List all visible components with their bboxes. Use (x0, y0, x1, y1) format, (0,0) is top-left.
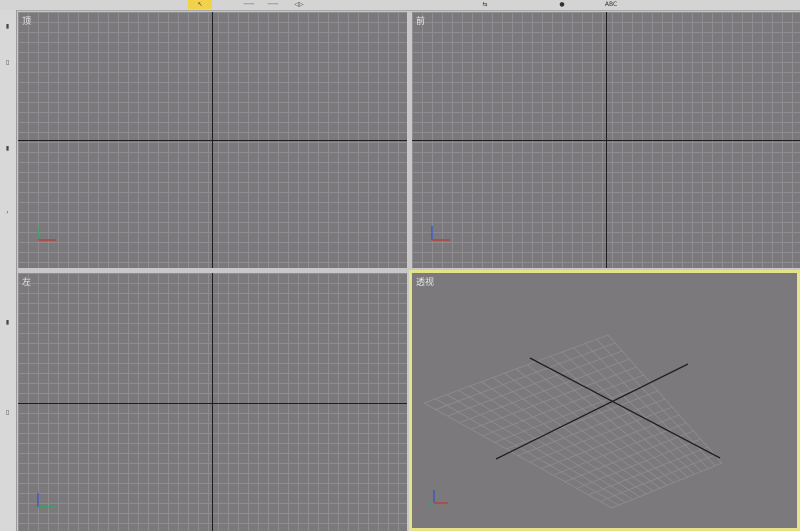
viewport-left[interactable]: 左 (18, 273, 407, 531)
viewport-label-front[interactable]: 前 (416, 14, 425, 27)
grid-snap-button[interactable]: ┄┄┄ (238, 0, 260, 9)
axis-gizmo-icon (37, 226, 56, 241)
axis-gizmo-icon (431, 226, 450, 241)
perspective-grid (423, 334, 723, 509)
viewport-front[interactable]: 前 (412, 12, 800, 268)
main-toolbar: ↖ ┄┄┄ ┄┄┄ ◁▷ ⇆ ● ABC (0, 0, 800, 11)
left-tool-strip: ▮ ▯ ▮ › ▮ ▯ (0, 10, 17, 531)
display-icon[interactable]: ▮ (3, 320, 12, 326)
align-button[interactable]: ⇆ (478, 0, 492, 9)
create-icon[interactable]: ▮ (3, 24, 12, 30)
viewport-perspective[interactable]: 透视 (409, 270, 800, 531)
viewport-label-top[interactable]: 顶 (22, 14, 31, 27)
text-tool-button[interactable]: ABC (602, 0, 620, 9)
world-axis-vertical (212, 12, 213, 268)
angle-snap-button[interactable]: ┄┄┄ (262, 0, 284, 9)
motion-icon[interactable]: › (3, 210, 12, 216)
axis-gizmo-icon (37, 493, 56, 508)
world-axis-vertical (212, 273, 213, 531)
utilities-icon[interactable]: ▯ (3, 410, 12, 416)
modify-icon[interactable]: ▯ (3, 60, 12, 66)
world-axis-vertical (606, 12, 607, 268)
hierarchy-icon[interactable]: ▮ (3, 146, 12, 152)
mirror-button[interactable]: ◁▷ (292, 0, 306, 9)
render-button[interactable]: ● (556, 0, 568, 9)
select-tool-button[interactable]: ↖ (188, 0, 212, 9)
viewport-top[interactable]: 顶 (18, 12, 407, 268)
viewport-label-left[interactable]: 左 (22, 275, 31, 288)
axis-gizmo-icon (427, 490, 448, 507)
